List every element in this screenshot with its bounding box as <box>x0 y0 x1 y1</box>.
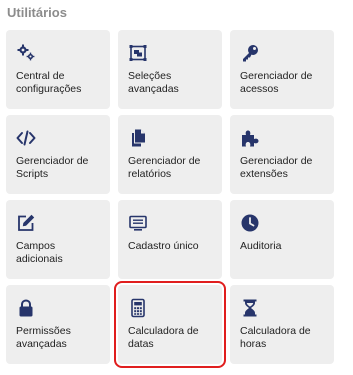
tile-label: Campos adicionais <box>16 240 63 265</box>
tile-label: Gerenciador de Scripts <box>16 155 89 180</box>
tile-label: Seleções avançadas <box>128 70 179 95</box>
tile-gerenciador-acessos[interactable]: Gerenciador de acessos <box>230 30 334 109</box>
tile-auditoria[interactable]: Auditoria <box>230 200 334 279</box>
tile-campos-adicionais[interactable]: Campos adicionais <box>6 200 110 279</box>
tile-label: Auditoria <box>240 240 282 252</box>
edit-icon <box>16 213 36 233</box>
utilities-grid: Central de configurações Seleções avança… <box>6 30 334 368</box>
tile-label: Gerenciador de relatórios <box>128 155 201 180</box>
tile-label: Permissões avançadas <box>16 325 71 350</box>
puzzle-icon <box>240 128 260 148</box>
key-icon <box>240 43 260 63</box>
tile-gerenciador-extensoes[interactable]: Gerenciador de extensões <box>230 115 334 194</box>
gears-icon <box>16 43 36 63</box>
tile-gerenciador-relatorios[interactable]: Gerenciador de relatórios <box>118 115 222 194</box>
tile-calculadora-datas[interactable]: Calculadora de datas <box>114 281 226 368</box>
list-icon <box>128 213 148 233</box>
clock-icon <box>240 213 260 233</box>
selection-icon <box>128 43 148 63</box>
tile-calculadora-horas[interactable]: Calculadora de horas <box>230 285 334 364</box>
tile-gerenciador-scripts[interactable]: Gerenciador de Scripts <box>6 115 110 194</box>
tile-label: Calculadora de horas <box>240 325 311 350</box>
tile-label: Cadastro único <box>128 240 199 252</box>
tile-central-configuracoes[interactable]: Central de configurações <box>6 30 110 109</box>
hourglass-icon <box>240 298 260 318</box>
tile-permissoes-avancadas[interactable]: Permissões avançadas <box>6 285 110 364</box>
tile-label: Gerenciador de extensões <box>240 155 313 180</box>
tile-label: Central de configurações <box>16 70 82 95</box>
code-icon <box>16 128 36 148</box>
tile-cadastro-unico[interactable]: Cadastro único <box>118 200 222 279</box>
copy-icon <box>128 128 148 148</box>
tile-selecoes-avancadas[interactable]: Seleções avançadas <box>118 30 222 109</box>
tile-label: Gerenciador de acessos <box>240 70 313 95</box>
tile-label: Calculadora de datas <box>128 325 199 350</box>
calculator-icon <box>128 298 148 318</box>
lock-icon <box>16 298 36 318</box>
section-title: Utilitários <box>7 5 67 20</box>
